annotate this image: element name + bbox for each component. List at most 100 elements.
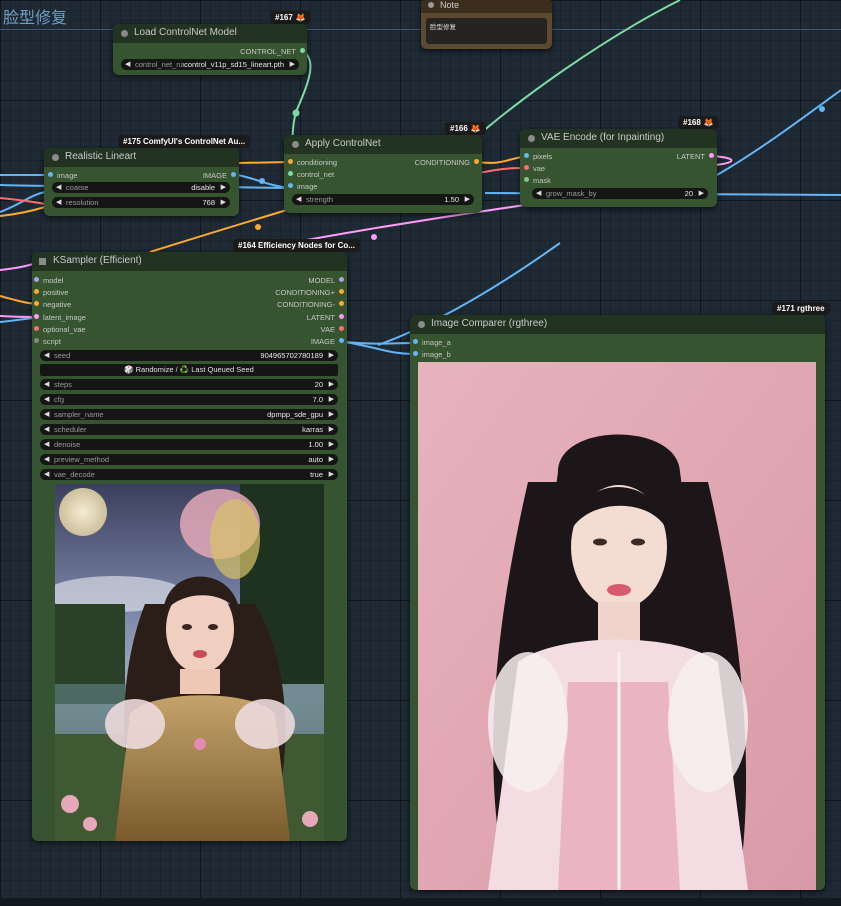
- pin-icon[interactable]: [34, 289, 39, 294]
- arrow-left-icon[interactable]: ◀: [44, 351, 49, 359]
- pin-icon[interactable]: [34, 326, 39, 331]
- output-latent[interactable]: LATENT: [307, 313, 344, 322]
- sampler-name-combo[interactable]: ◀ sampler_name dpmpp_sde_gpu ▶: [40, 409, 338, 420]
- input-script[interactable]: script: [34, 337, 61, 346]
- pin-icon[interactable]: [413, 351, 418, 356]
- arrow-left-icon[interactable]: ◀: [44, 410, 49, 418]
- arrow-right-icon[interactable]: ▶: [465, 195, 470, 203]
- pin-icon[interactable]: [34, 314, 39, 319]
- seed-number[interactable]: ◀ seed 904965702780189 ▶: [40, 350, 338, 361]
- arrow-right-icon[interactable]: ▶: [699, 189, 704, 197]
- arrow-left-icon[interactable]: ◀: [125, 60, 130, 68]
- randomize-seed-button[interactable]: 🎲 Randomize / ♻️ Last Queued Seed: [40, 364, 338, 376]
- resolution-number[interactable]: ◀ resolution 768 ▶: [52, 197, 230, 208]
- arrow-right-icon[interactable]: ▶: [329, 425, 334, 433]
- strength-number[interactable]: ◀ strength 1.50 ▶: [292, 194, 474, 205]
- input-model[interactable]: model: [34, 276, 63, 285]
- steps-number[interactable]: ◀ steps 20 ▶: [40, 379, 338, 390]
- apply-controlnet-node[interactable]: Apply ControlNet conditioning control_ne…: [284, 135, 482, 213]
- collapse-dot-icon[interactable]: [528, 135, 535, 142]
- arrow-right-icon[interactable]: ▶: [290, 60, 295, 68]
- arrow-right-icon[interactable]: ▶: [329, 470, 334, 478]
- pin-icon[interactable]: [288, 183, 293, 188]
- input-conditioning[interactable]: conditioning: [288, 158, 337, 167]
- arrow-right-icon[interactable]: ▶: [221, 198, 226, 206]
- input-pixels[interactable]: pixels: [524, 152, 552, 161]
- arrow-left-icon[interactable]: ◀: [44, 455, 49, 463]
- denoise-number[interactable]: ◀ denoise 1.00 ▶: [40, 439, 338, 450]
- arrow-left-icon[interactable]: ◀: [536, 189, 541, 197]
- pin-icon[interactable]: [300, 48, 305, 53]
- input-mask[interactable]: mask: [524, 176, 551, 185]
- note-node[interactable]: Note 脸型修复: [421, 0, 552, 49]
- pin-icon[interactable]: [524, 153, 529, 158]
- input-positive[interactable]: positive: [34, 288, 68, 297]
- preview-method-combo[interactable]: ◀ preview_method auto ▶: [40, 454, 338, 465]
- arrow-right-icon[interactable]: ▶: [329, 351, 334, 359]
- input-negative[interactable]: negative: [34, 300, 71, 309]
- output-conditioning[interactable]: CONDITIONING: [415, 158, 479, 167]
- pin-icon[interactable]: [339, 314, 344, 319]
- arrow-right-icon[interactable]: ▶: [329, 455, 334, 463]
- pin-icon[interactable]: [34, 338, 39, 343]
- ksampler-node[interactable]: KSampler (Efficient) model positive nega…: [32, 252, 347, 841]
- output-conditioning-neg[interactable]: CONDITIONING-: [277, 300, 344, 309]
- output-image[interactable]: IMAGE: [203, 171, 236, 180]
- output-latent[interactable]: LATENT: [677, 152, 714, 161]
- collapse-square-icon[interactable]: [39, 258, 46, 265]
- input-image[interactable]: image: [288, 182, 317, 191]
- output-control-net[interactable]: CONTROL_NET: [240, 47, 305, 56]
- arrow-left-icon[interactable]: ◀: [44, 470, 49, 478]
- arrow-left-icon[interactable]: ◀: [44, 425, 49, 433]
- grow-mask-by-number[interactable]: ◀ grow_mask_by 20 ▶: [532, 188, 708, 199]
- arrow-left-icon[interactable]: ◀: [56, 183, 61, 191]
- comparison-image[interactable]: [418, 362, 816, 890]
- arrow-left-icon[interactable]: ◀: [44, 395, 49, 403]
- output-conditioning-pos[interactable]: CONDITIONING+: [275, 288, 344, 297]
- input-latent-image[interactable]: latent_image: [34, 313, 86, 322]
- input-image-b[interactable]: image_b: [413, 350, 451, 359]
- pin-icon[interactable]: [339, 301, 344, 306]
- pin-icon[interactable]: [288, 159, 293, 164]
- collapse-dot-icon[interactable]: [52, 154, 59, 161]
- pin-icon[interactable]: [474, 159, 479, 164]
- pin-icon[interactable]: [524, 177, 529, 182]
- arrow-left-icon[interactable]: ◀: [56, 198, 61, 206]
- pin-icon[interactable]: [231, 172, 236, 177]
- output-vae[interactable]: VAE: [321, 325, 344, 334]
- arrow-left-icon[interactable]: ◀: [44, 380, 49, 388]
- arrow-right-icon[interactable]: ▶: [329, 395, 334, 403]
- input-optional-vae[interactable]: optional_vae: [34, 325, 86, 334]
- output-model[interactable]: MODEL: [308, 276, 344, 285]
- pin-icon[interactable]: [339, 326, 344, 331]
- note-text[interactable]: 脸型修复: [426, 18, 547, 44]
- arrow-right-icon[interactable]: ▶: [221, 183, 226, 191]
- pin-icon[interactable]: [524, 165, 529, 170]
- realistic-lineart-node[interactable]: Realistic Lineart image IMAGE ◀ coarse d…: [44, 148, 239, 216]
- pin-icon[interactable]: [339, 338, 344, 343]
- pin-icon[interactable]: [339, 289, 344, 294]
- collapse-dot-icon[interactable]: [428, 2, 434, 8]
- arrow-left-icon[interactable]: ◀: [296, 195, 301, 203]
- collapse-dot-icon[interactable]: [292, 141, 299, 148]
- input-image-a[interactable]: image_a: [413, 338, 451, 347]
- collapse-dot-icon[interactable]: [121, 30, 128, 37]
- vae-encode-node[interactable]: VAE Encode (for Inpainting) pixels vae m…: [520, 129, 717, 207]
- pin-icon[interactable]: [709, 153, 714, 158]
- arrow-left-icon[interactable]: ◀: [44, 440, 49, 448]
- image-comparer-node[interactable]: Image Comparer (rgthree) image_a image_b: [410, 315, 825, 890]
- input-control-net[interactable]: control_net: [288, 170, 334, 179]
- coarse-combo[interactable]: ◀ coarse disable ▶: [52, 182, 230, 193]
- pin-icon[interactable]: [288, 171, 293, 176]
- pin-icon[interactable]: [34, 277, 39, 282]
- pin-icon[interactable]: [34, 301, 39, 306]
- pin-icon[interactable]: [413, 339, 418, 344]
- vae-decode-combo[interactable]: ◀ vae_decode true ▶: [40, 469, 338, 480]
- input-vae[interactable]: vae: [524, 164, 545, 173]
- cfg-number[interactable]: ◀ cfg 7.0 ▶: [40, 394, 338, 405]
- output-image[interactable]: IMAGE: [311, 337, 344, 346]
- scheduler-combo[interactable]: ◀ scheduler karras ▶: [40, 424, 338, 435]
- input-image[interactable]: image: [48, 171, 77, 180]
- pin-icon[interactable]: [48, 172, 53, 177]
- arrow-right-icon[interactable]: ▶: [329, 410, 334, 418]
